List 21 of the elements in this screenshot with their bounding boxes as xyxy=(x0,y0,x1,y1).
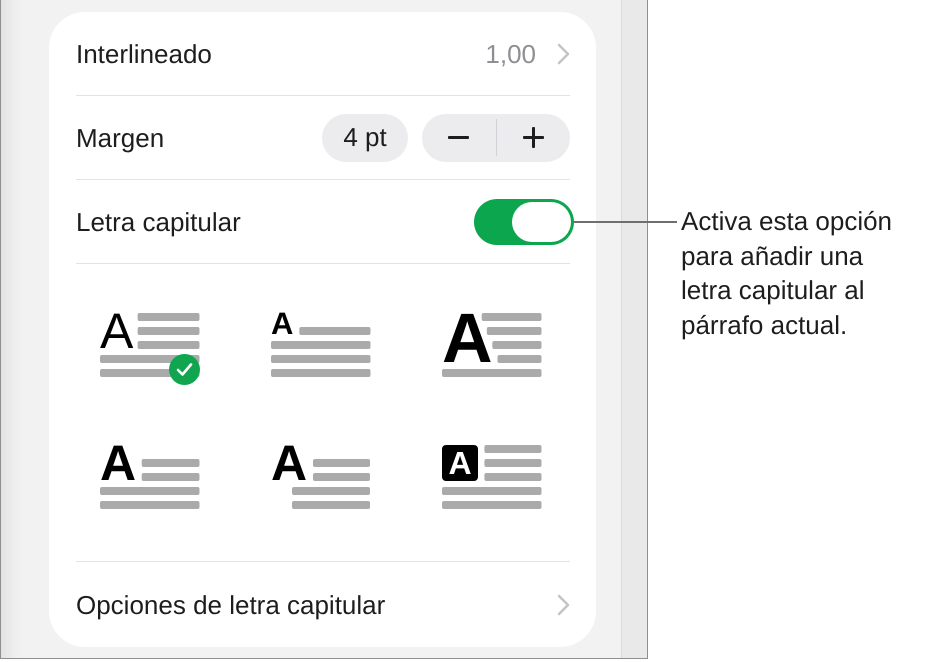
setting-label: Interlineado xyxy=(76,38,212,70)
chevron-right-icon[interactable] xyxy=(557,594,570,616)
text-lines-icon xyxy=(442,445,542,509)
setting-label: Margen xyxy=(76,122,164,154)
drop-cap-style-option[interactable]: A xyxy=(442,445,542,518)
callout-text: Activa esta opción para añadir una letra capitular al párrafo actual. xyxy=(681,205,894,342)
minus-icon xyxy=(448,136,470,139)
drop-cap-style-option[interactable]: A xyxy=(271,313,371,386)
chevron-right-icon[interactable] xyxy=(557,42,570,64)
setting-label: Opciones de letra capitular xyxy=(76,588,386,620)
drop-cap-style-option[interactable]: A xyxy=(271,445,371,518)
plus-icon xyxy=(522,127,544,148)
drop-cap-style-option[interactable]: A xyxy=(442,313,542,386)
drop-cap-style-option[interactable]: A xyxy=(100,445,200,518)
value-field[interactable]: 4 pt xyxy=(322,114,408,162)
text-lines-icon xyxy=(442,313,542,377)
setting-label: Letra capitular xyxy=(76,206,241,238)
checkmark-icon xyxy=(169,354,200,385)
drop-cap-style-option[interactable]: A xyxy=(100,313,200,386)
toggle-switch[interactable] xyxy=(474,198,574,244)
setting-value: 1,00 xyxy=(485,38,536,70)
